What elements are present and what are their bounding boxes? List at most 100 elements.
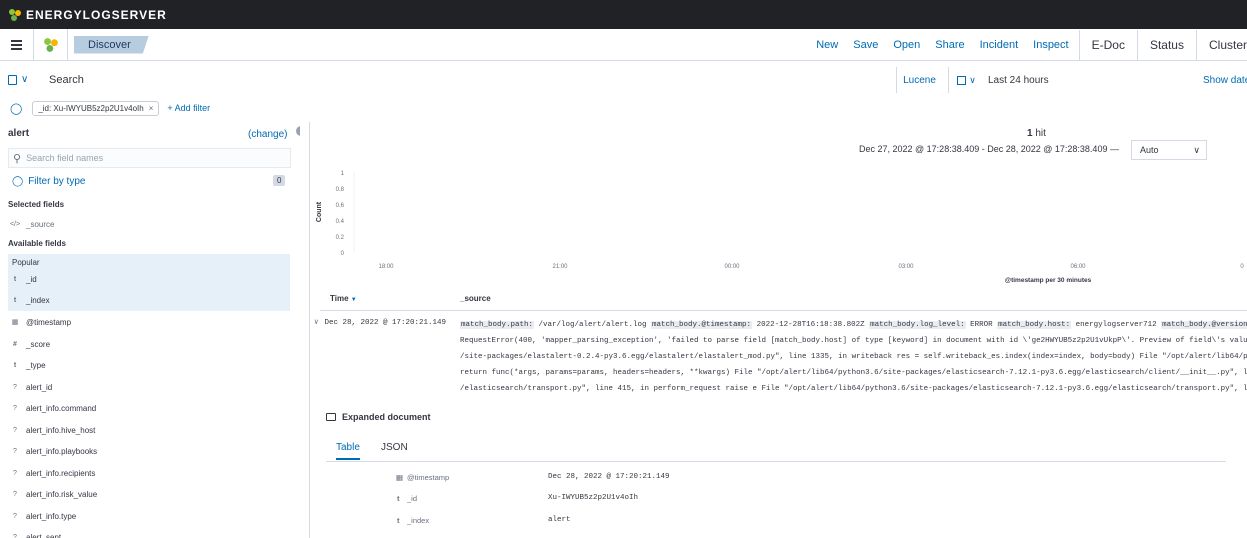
edoc-menu[interactable]: E-Doc [1080,38,1137,52]
change-index-link[interactable]: (change) [248,129,287,140]
filter-icon: ◯ [12,176,24,187]
query-language-button[interactable]: Lucene [896,67,942,93]
breadcrumb-discover[interactable]: Discover [74,35,149,54]
x-axis-title: @timestamp per 30 minutes [1005,277,1092,284]
nav-bar: Discover New Save Open Share Incident In… [0,28,1247,61]
row-time-label: Dec 28, 2022 @ 17:20:21.149 [324,319,447,327]
field-search-input[interactable]: ⚲ Search field names [8,148,291,168]
new-link[interactable]: New [816,39,838,51]
field-name: _source [26,219,55,229]
date-quick-menu[interactable]: ∨ [948,67,984,93]
sort-down-icon: ▼ [350,297,357,303]
field-item-index[interactable]: t _index [8,291,290,309]
source-value: energylogserver712 [1071,321,1162,329]
field-item-timestamp[interactable]: ▦ @timestamp [8,313,290,331]
source-type-icon: </> [9,220,21,228]
filter-bar: ◯ _id: Xu-IWYUB5z2p2U1v4oIh × + Add filt… [0,98,1247,118]
field-item-alert-info-playbooks[interactable]: ? alert_info.playbooks [8,442,290,460]
open-link[interactable]: Open [893,39,920,51]
field-item-alert-info-hive-host[interactable]: ? alert_info.hive_host [8,421,290,439]
x-tick-label: 0 [1240,264,1244,270]
unknown-type-icon: ? [13,490,17,498]
tab-table[interactable]: Table [336,442,360,460]
tab-json[interactable]: JSON [381,442,408,453]
calendar-icon [957,75,967,85]
doc-field-name: _id [407,494,418,503]
menu-icon[interactable] [0,28,34,61]
query-bar: ∨ Search Lucene ∨ Last 24 hours Show dat… [0,61,1247,98]
doc-field-value: alert [548,516,571,524]
unknown-type-icon: ? [13,469,17,477]
time-column-header[interactable]: Time ▼ [330,294,357,303]
field-name: _score [26,339,51,349]
interval-value: Auto [1140,145,1159,155]
field-item-score[interactable]: # _score [8,335,290,353]
brand-name: ENERGYLOGSERVER [26,7,167,22]
field-name: alert_id [26,382,53,392]
row-source: match_body.path: /var/log/alert/alert.lo… [460,317,1247,397]
field-item-alert-sent[interactable]: ? alert_sent [8,528,290,538]
x-tick-label: 03:00 [898,264,914,270]
chevron-down-icon[interactable]: ∨ [314,319,319,327]
y-tick-label: 0.4 [336,219,345,225]
source-key: match_body.path: [460,321,535,329]
incident-link[interactable]: Incident [980,39,1019,51]
string-type-icon: t [397,494,400,503]
x-tick-label: 21:00 [552,264,568,270]
source-value: 2022-12-28T16:18:38.802Z [752,321,870,329]
source-key: match_body.log_level: [869,321,966,329]
document-tabs: Table JSON [326,438,1226,462]
chevron-down-icon: ∨ [969,74,976,85]
save-link[interactable]: Save [853,39,878,51]
folder-open-icon [326,413,336,421]
status-menu[interactable]: Status [1138,38,1196,52]
time-range-label[interactable]: Last 24 hours [988,67,1049,93]
filter-by-type-label: Filter by type [28,176,86,187]
unknown-type-icon: ? [13,533,17,538]
doc-field-value: Dec 28, 2022 @ 17:20:21.149 [548,473,670,481]
source-column-header: _source [460,294,491,303]
share-link[interactable]: Share [935,39,964,51]
search-input[interactable]: Search [45,67,895,93]
doc-field-name: _index [407,516,430,525]
close-icon[interactable]: × [149,104,154,113]
collapse-sidebar-icon[interactable] [296,126,300,136]
field-item-alert-info-risk-value[interactable]: ? alert_info.risk_value [8,485,290,503]
search-icon: ⚲ [13,152,22,165]
saved-query-icon [8,74,17,85]
filter-pill[interactable]: _id: Xu-IWYUB5z2p2U1v4oIh × [32,100,160,116]
popular-heading: Popular [12,258,40,267]
app-logo-icon[interactable] [34,28,68,61]
field-item-source[interactable]: </> _source [8,215,290,233]
filter-options-icon[interactable]: ◯ [10,102,22,115]
field-name: _index [26,295,50,305]
inspect-link[interactable]: Inspect [1033,39,1068,51]
field-item-type[interactable]: t _type [8,356,290,374]
field-item-alert-info-recipients[interactable]: ? alert_info.recipients [8,464,290,482]
field-item-id[interactable]: t _id [8,270,290,288]
unknown-type-icon: ? [13,404,17,412]
y-axis-title: Count [316,201,323,222]
interval-select[interactable]: Auto ∨ [1131,140,1207,160]
show-dates-link[interactable]: Show dates [1203,67,1247,93]
divider [320,310,1247,311]
row-time[interactable]: ∨ Dec 28, 2022 @ 17:20:21.149 [314,317,446,327]
field-name: alert_info.hive_host [26,425,96,435]
field-name: alert_info.type [26,511,77,521]
field-search-placeholder: Search field names [26,153,104,163]
source-line: RequestError(400, 'mapper_parsing_except… [460,337,1247,345]
source-line: match_body.path: /var/log/alert/alert.lo… [460,317,1247,333]
source-value: ERROR [965,321,998,329]
add-filter-button[interactable]: + Add filter [167,103,210,113]
time-header-label: Time [330,294,349,303]
field-item-alert-info-type[interactable]: ? alert_info.type [8,507,290,525]
y-tick-label: 0 [341,251,345,257]
chevron-down-icon: ∨ [1193,144,1200,155]
x-tick-label: 06:00 [1070,264,1086,270]
field-item-alert-id[interactable]: ? alert_id [8,378,290,396]
field-item-alert-info-command[interactable]: ? alert_info.command [8,399,290,417]
field-name: alert_info.risk_value [26,489,98,499]
cluster-menu[interactable]: Cluster [1197,38,1247,52]
filter-by-type-button[interactable]: ◯ Filter by type [12,176,85,187]
index-pattern-title: alert [8,128,30,139]
